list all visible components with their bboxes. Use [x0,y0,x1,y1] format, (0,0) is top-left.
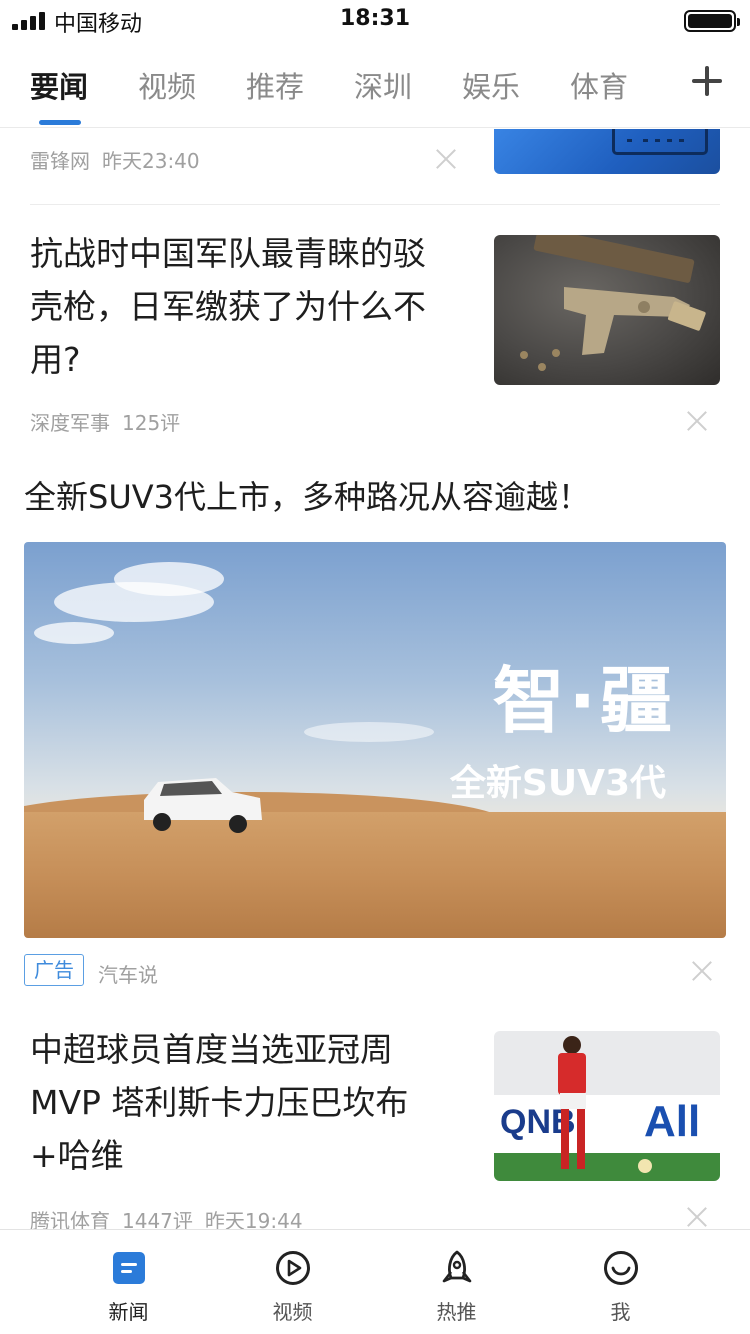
tab-video[interactable]: 视频 [138,64,196,106]
article-comments: 125评 [122,411,181,435]
article-thumbnail[interactable] [494,129,720,174]
article-title[interactable]: 抗战时中国军队最青睐的驳 壳枪，日军缴获了为什么不 用? [30,227,480,386]
news-feed[interactable]: 雷锋网 昨天23:40 抗战时中国军队最青睐的驳 壳枪，日军缴获了为什么不 用? … [0,129,750,1229]
article-comments: 1447评 [122,1209,193,1229]
ad-source: 汽车说 [98,963,158,987]
article-title-line: 抗战时中国军队最青睐的驳 [30,234,426,273]
rocket-icon [442,1250,472,1283]
smile-icon [604,1251,638,1285]
nav-hot[interactable]: 热推 [363,1230,550,1334]
article-thumbnail[interactable] [494,235,720,385]
article-meta: 雷锋网 昨天23:40 [30,145,212,174]
nav-label: 视频 [272,1300,313,1324]
status-bar: 中国移动 18:31 [0,0,750,40]
nav-me[interactable]: 我 [527,1230,714,1334]
article-title-line: 壳枪，日军缴获了为什么不 [30,287,426,326]
active-tab-indicator [39,120,81,125]
tab-sports[interactable]: 体育 [570,64,628,106]
nav-label: 热推 [436,1300,477,1324]
close-icon[interactable] [691,960,713,982]
tab-recommend[interactable]: 推荐 [246,64,304,106]
player-image [558,1036,586,1169]
close-icon[interactable] [686,410,708,432]
article-title[interactable]: 中超球员首度当选亚冠周 MVP 塔利斯卡力压巴坎布 +哈维 [30,1023,480,1182]
tab-entertainment[interactable]: 娱乐 [462,64,520,106]
battery-icon [684,10,740,32]
board-text: All [644,1097,701,1146]
ad-badge: 广告 [24,954,84,986]
article-source: 雷锋网 [30,149,90,173]
channel-tabs: 要闻 视频 推荐 深圳 娱乐 体育 [0,40,750,128]
article-source: 深度军事 [30,411,110,435]
ad-banner-image[interactable]: 智·疆 全新SUV3代 [24,542,726,938]
ad-title[interactable]: 全新SUV3代上市，多种路况从容逾越！ [24,471,724,524]
article-time: 昨天19:44 [204,1209,303,1229]
divider [30,204,720,205]
suv-image [144,778,262,833]
article-source: 腾讯体育 [30,1209,110,1229]
tab-shenzhen[interactable]: 深圳 [354,64,412,106]
nav-label: 新闻 [108,1300,149,1324]
nav-label: 我 [610,1300,631,1324]
nav-news[interactable]: 新闻 [35,1230,222,1334]
tab-headlines[interactable]: 要闻 [30,64,88,106]
news-icon [113,1252,145,1284]
close-icon[interactable] [435,148,457,170]
pistol-image [520,235,706,371]
status-time: 18:31 [339,6,411,31]
banner-subtitle: 全新SUV3代 [449,763,666,804]
article-thumbnail[interactable]: QNB All [494,1031,720,1181]
article-meta: 深度军事 125评 [30,407,192,436]
banner-brand: 智·疆 [492,659,676,743]
article-title-line: +哈维 [30,1136,124,1175]
article-title-line: MVP 塔利斯卡力压巴坎布 [30,1083,409,1122]
close-icon[interactable] [686,1206,708,1228]
bottom-nav: 新闻 视频 热推 我 [0,1229,750,1334]
article-title-line: 中超球员首度当选亚冠周 [30,1030,393,1069]
article-meta: 腾讯体育 1447评 昨天19:44 [30,1205,315,1229]
nav-video[interactable]: 视频 [199,1230,386,1334]
plus-icon[interactable] [692,66,722,96]
article-time: 昨天23:40 [102,149,200,173]
play-icon [276,1251,310,1285]
article-title-line: 用? [30,340,81,379]
